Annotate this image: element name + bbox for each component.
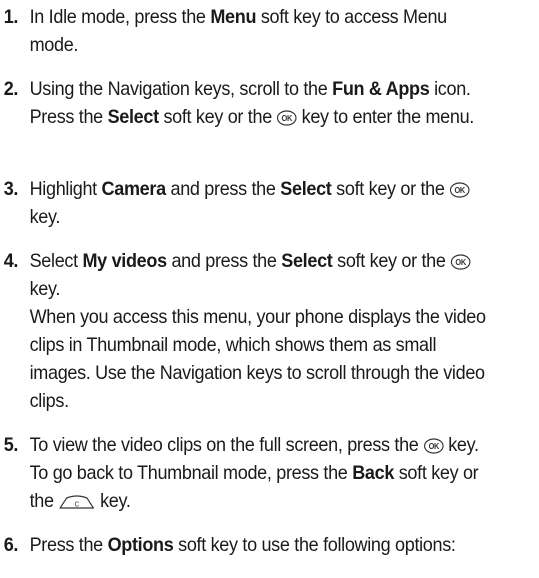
step-text-run: key.: [29, 206, 61, 228]
step-number: 1.: [3, 6, 19, 28]
ui-term: Select: [281, 250, 333, 272]
step-number: 3.: [3, 178, 19, 200]
step-6: 6. Press the Options soft key to use the…: [0, 531, 496, 559]
ui-term: Menu: [210, 6, 257, 28]
step-5: 5. To view the video clips on the full s…: [0, 431, 496, 515]
ok-key-icon: OK: [276, 110, 297, 126]
ui-term: Fun & Apps: [332, 78, 430, 100]
step-number: 4.: [3, 250, 19, 272]
ui-term: Options: [107, 534, 174, 556]
step-text-run: Select: [29, 250, 83, 272]
step-text-run: When you access this menu, your phone di…: [29, 306, 486, 412]
ok-key-icon: OK: [423, 438, 444, 454]
ui-term: My videos: [82, 250, 167, 272]
ui-term: Select: [107, 106, 160, 128]
step-number: 5.: [3, 434, 19, 456]
step-text-run: Press the: [29, 534, 108, 556]
step-4: 4. Select My videos and press the Select…: [0, 247, 496, 415]
step-text: Press the Options soft key to use the fo…: [30, 531, 496, 559]
ui-term: Select: [280, 178, 332, 200]
clear-key-icon: C: [59, 495, 95, 509]
svg-text:OK: OK: [454, 186, 465, 195]
step-text-run: soft key or the: [158, 106, 277, 128]
step-text-run: To view the video clips on the full scre…: [29, 434, 424, 456]
step-text: Select My videos and press the Select so…: [30, 247, 496, 415]
svg-text:C: C: [75, 501, 80, 508]
step-text-run: and press the: [166, 250, 282, 272]
step-text-run: soft key or the: [332, 250, 451, 272]
step-text-run: In Idle mode, press the: [29, 6, 211, 28]
step-number: 2.: [3, 78, 19, 100]
step-text-run: and press the: [165, 178, 281, 200]
step-text: To view the video clips on the full scre…: [30, 431, 496, 515]
ok-key-icon: OK: [450, 254, 471, 270]
step-3: 3. Highlight Camera and press the Select…: [0, 175, 496, 231]
svg-text:OK: OK: [282, 114, 293, 123]
step-text: Using the Navigation keys, scroll to the…: [30, 75, 496, 131]
step-1: 1. In Idle mode, press the Menu soft key…: [0, 3, 496, 59]
step-text: In Idle mode, press the Menu soft key to…: [30, 3, 496, 59]
step-text-run: key.: [29, 278, 61, 300]
ok-key-icon: OK: [449, 182, 470, 198]
step-2: 2. Using the Navigation keys, scroll to …: [0, 75, 496, 131]
step-text-run: key to enter the menu.: [296, 106, 475, 128]
svg-text:OK: OK: [428, 442, 439, 451]
svg-text:OK: OK: [455, 258, 466, 267]
step-text-run: soft key to use the following options:: [173, 534, 456, 556]
step-text: Highlight Camera and press the Select so…: [30, 175, 496, 231]
ui-term: Camera: [101, 178, 167, 200]
step-number: 6.: [3, 534, 19, 556]
step-text-run: key.: [95, 490, 131, 512]
step-text-run: Using the Navigation keys, scroll to the: [29, 78, 333, 100]
step-text-run: soft key or the: [331, 178, 450, 200]
ui-term: Back: [352, 462, 395, 484]
step-text-run: Highlight: [29, 178, 102, 200]
